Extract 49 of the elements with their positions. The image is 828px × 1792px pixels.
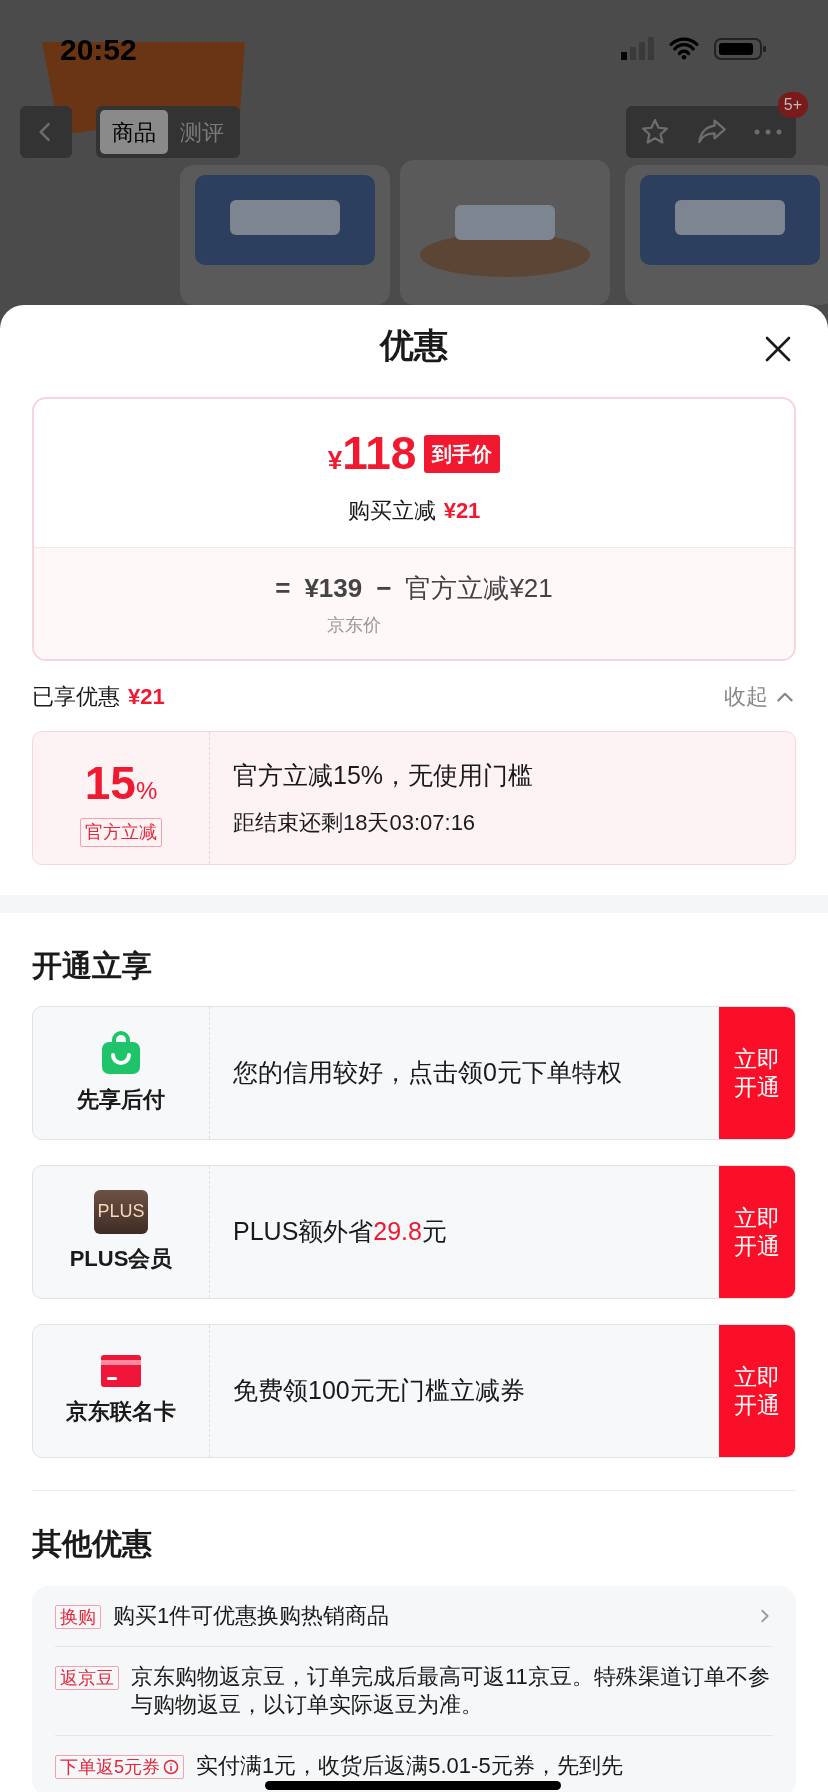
coupon-title: 官方立减15%，无使用门槛 bbox=[233, 759, 534, 791]
equals-sign: = bbox=[275, 571, 291, 605]
more-icon[interactable] bbox=[754, 129, 782, 135]
battery-icon bbox=[714, 37, 768, 61]
service-name: 先享后付 bbox=[77, 1085, 165, 1114]
section-heading: 其他优惠 bbox=[32, 1526, 153, 1562]
offer-tag: 下单返5元券 bbox=[55, 1755, 184, 1779]
service-name: 京东联名卡 bbox=[66, 1397, 176, 1426]
price-tag: 到手价 bbox=[424, 434, 501, 473]
base-price-label: 京东价 bbox=[327, 613, 381, 637]
tab[interactable]: 测评 bbox=[168, 110, 236, 154]
enjoyed-label: 已享优惠 bbox=[32, 682, 120, 711]
info-icon bbox=[163, 1759, 179, 1775]
back-button[interactable] bbox=[20, 106, 72, 158]
signal-icon bbox=[621, 37, 654, 61]
activate-button[interactable]: 立即开通 bbox=[719, 1007, 795, 1139]
discount-tag: 官方立减 bbox=[80, 818, 162, 847]
star-icon[interactable] bbox=[640, 117, 670, 147]
final-price: ¥118 bbox=[327, 426, 417, 481]
shopping-bag-icon bbox=[101, 1030, 141, 1075]
close-icon bbox=[764, 335, 792, 363]
sheet-title: 优惠 bbox=[380, 324, 448, 366]
section-heading: 开通立享 bbox=[32, 948, 153, 984]
service-text: 免费领100元无门槛立减券 bbox=[233, 1375, 525, 1407]
discount-value: 15% bbox=[84, 756, 158, 811]
base-price: ¥139 bbox=[304, 571, 363, 605]
minus-sign: − bbox=[376, 571, 392, 605]
activate-button[interactable]: 立即开通 bbox=[719, 1325, 795, 1457]
offer-tag: 返京豆 bbox=[55, 1666, 119, 1690]
service-name: PLUS会员 bbox=[69, 1244, 173, 1273]
tab[interactable]: 商品 bbox=[100, 110, 168, 154]
share-icon[interactable] bbox=[696, 118, 728, 146]
saving-label: 购买立减 bbox=[347, 497, 436, 525]
status-time: 20:52 bbox=[60, 31, 137, 68]
service-text: 您的信用较好，点击领0元下单特权 bbox=[233, 1057, 622, 1089]
activate-button[interactable]: 立即开通 bbox=[719, 1166, 795, 1298]
offer-tag: 换购 bbox=[55, 1605, 101, 1629]
offer-text[interactable]: 购买1件可优惠换购热销商品 bbox=[113, 1602, 743, 1630]
offer-text: 实付满1元，收货后返满5.01-5元券，先到先 bbox=[196, 1752, 624, 1780]
collapse-toggle[interactable]: 收起 bbox=[724, 679, 796, 713]
offer-text: 京东购物返京豆，订单完成后最高可返11京豆。特殊渠道订单不参与购物返豆，以订单实际返豆为准。 bbox=[131, 1663, 771, 1719]
service-text: PLUS额外省29.8元 bbox=[233, 1216, 447, 1248]
saving-amount: ¥21 bbox=[443, 497, 481, 525]
deduction: 官方立减¥21 bbox=[405, 571, 553, 605]
credit-card-icon bbox=[101, 1354, 141, 1387]
plus-badge-icon: PLUS bbox=[94, 1189, 148, 1234]
wifi-icon bbox=[668, 37, 700, 61]
coupon-countdown: 距结束还剩18天03:07:16 bbox=[233, 809, 477, 838]
enjoyed-amount: ¥21 bbox=[128, 682, 165, 711]
